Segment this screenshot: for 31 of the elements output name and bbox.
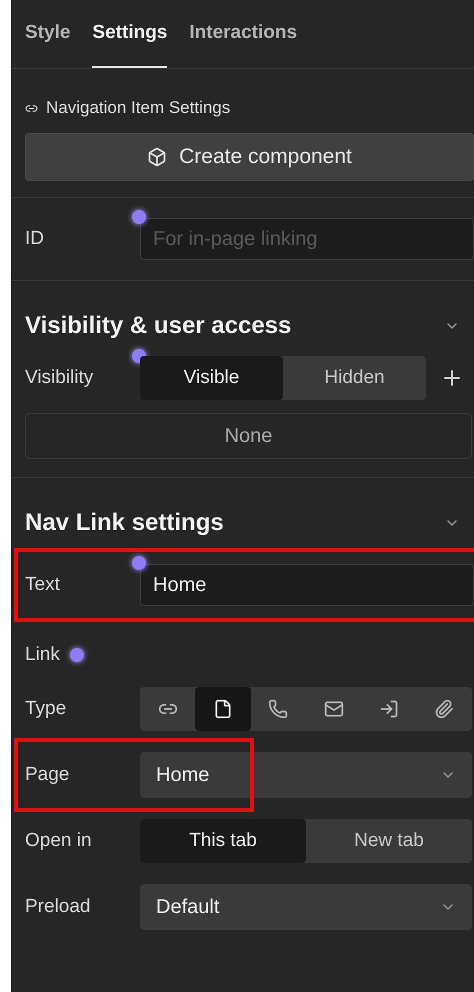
panel-tab[interactable]: Interactions [189,0,298,68]
page-select[interactable]: Home [140,752,472,798]
text-field[interactable]: Home [140,564,474,606]
segment-option[interactable]: Hidden [283,356,426,400]
element-title: Navigation Item Settings [46,98,230,118]
create-component-button[interactable]: Create component [25,133,474,181]
cube-icon [147,147,168,167]
field-label: ID [25,228,45,250]
preload-select[interactable]: Default [140,884,472,930]
access-button[interactable]: None [25,413,472,459]
section-title: Visibility & user access [25,312,292,340]
field-label: Type [25,698,68,720]
section-title: Nav Link settings [25,509,224,537]
open-in-toggle[interactable]: This tab New tab [140,819,472,863]
phone-icon [268,699,288,719]
segment-option[interactable]: This tab [140,819,306,863]
field-label: Open in [25,830,93,852]
field-label: Link [25,644,60,666]
field-label: Text [25,574,61,596]
page-icon [212,699,233,719]
panel-tab[interactable]: Style [25,0,70,68]
segment-option[interactable]: Visible [140,356,283,400]
segment-option[interactable]: New tab [306,819,472,863]
panel-tab[interactable]: Settings [92,0,168,68]
email-icon [324,699,344,719]
field-label: Preload [25,896,92,918]
page-type-button[interactable] [195,687,251,731]
id-field[interactable]: For in-page linking [140,218,474,260]
field-label: Page [25,764,70,786]
field-label: Visibility [25,367,94,389]
visibility-toggle[interactable]: Visible Hidden [140,356,426,400]
